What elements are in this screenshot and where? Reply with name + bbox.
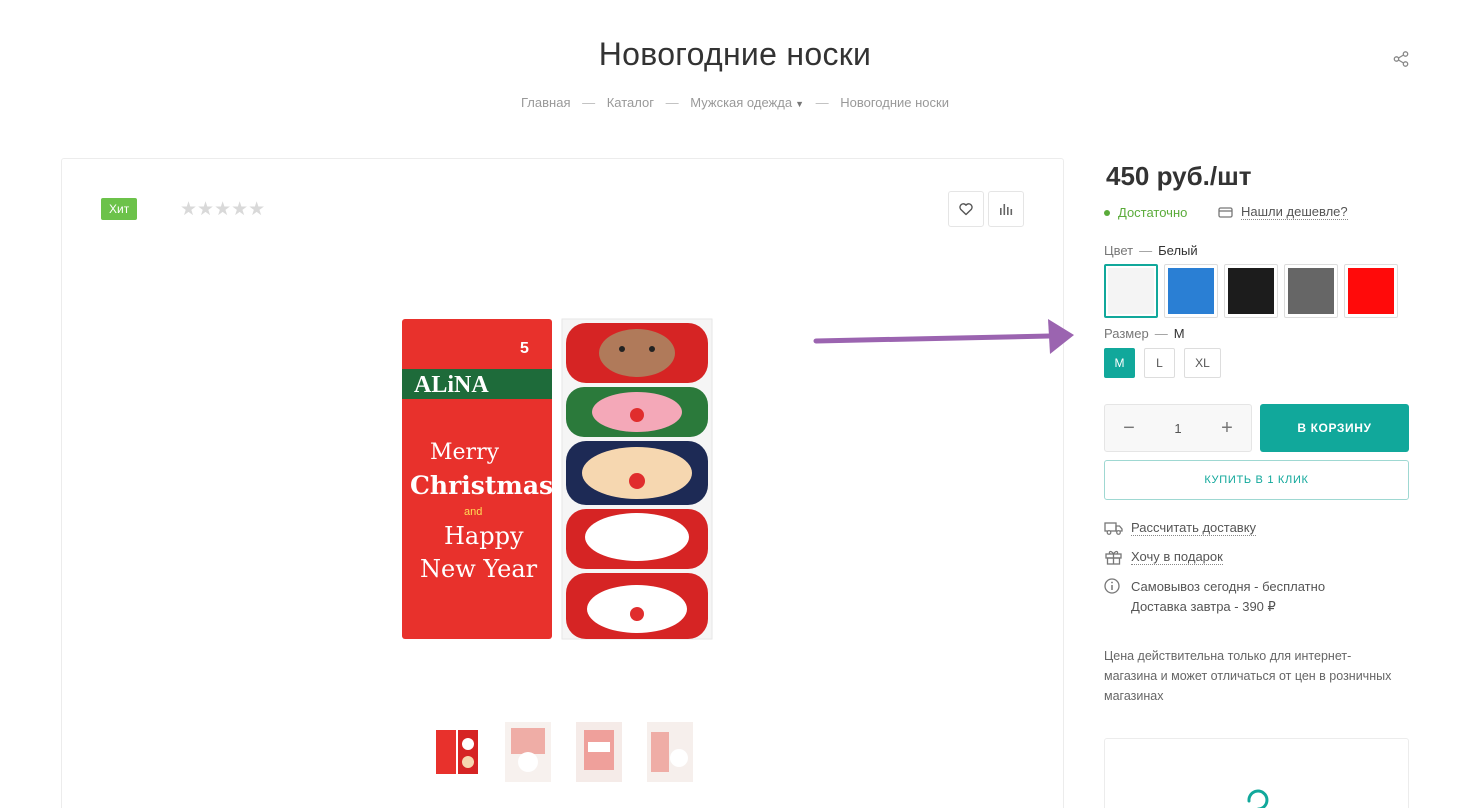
- breadcrumb-catalog[interactable]: Каталог: [607, 95, 654, 110]
- found-cheaper-link[interactable]: Нашли дешевле?: [1218, 204, 1348, 220]
- size-option-xl[interactable]: XL: [1184, 348, 1221, 378]
- thumbnail-2[interactable]: [505, 722, 551, 782]
- qty-increase-button[interactable]: +: [1217, 417, 1237, 440]
- color-swatch-white[interactable]: [1104, 264, 1158, 318]
- info-icon: [1104, 578, 1120, 594]
- box-merry-text: Merry: [430, 440, 500, 465]
- truck-icon: [1104, 522, 1123, 535]
- help-hanger-icon: [1247, 789, 1269, 808]
- breadcrumb-separator: —: [665, 95, 679, 110]
- help-box: [1104, 738, 1409, 808]
- caret-down-icon: ▼: [795, 99, 804, 109]
- quantity-input[interactable]: [1158, 420, 1198, 436]
- box-brand-text: ALiNA: [414, 372, 489, 398]
- color-swatch-red[interactable]: [1344, 264, 1398, 318]
- breadcrumb-separator: —: [582, 95, 596, 110]
- gift-icon: [1105, 550, 1122, 565]
- buy-one-click-button[interactable]: КУПИТЬ В 1 КЛИК: [1104, 460, 1409, 500]
- thumbnail-3[interactable]: [576, 722, 622, 782]
- share-icon[interactable]: [1392, 50, 1412, 70]
- quantity-stepper: − +: [1104, 404, 1252, 452]
- thumbnail-4[interactable]: [647, 722, 693, 782]
- breadcrumb-home[interactable]: Главная: [521, 95, 570, 110]
- annotation-arrow: [813, 319, 1074, 354]
- stock-label: Достаточно: [1118, 205, 1188, 220]
- product-price: 450 руб./шт: [1106, 161, 1252, 191]
- color-label: Цвет: [1104, 243, 1134, 258]
- hit-badge: Хит: [101, 198, 138, 220]
- pickup-text: Самовывоз сегодня - бесплатно: [1131, 579, 1326, 594]
- size-value: M: [1173, 326, 1185, 341]
- breadcrumb-separator: —: [815, 95, 829, 110]
- heart-icon: [959, 203, 973, 216]
- gift-link[interactable]: Хочу в подарок: [1131, 549, 1223, 565]
- box-happy-text: Happy: [444, 522, 524, 550]
- property-dash: —: [1154, 326, 1168, 341]
- size-option-m[interactable]: M: [1104, 348, 1135, 378]
- color-property-label: Цвет — Белый: [1104, 243, 1198, 258]
- delivery-calc-link[interactable]: Рассчитать доставку: [1131, 520, 1257, 536]
- rating-stars[interactable]: ★★★★★: [180, 198, 265, 221]
- qty-decrease-button[interactable]: −: [1119, 417, 1139, 440]
- thumbnail-strip: [434, 722, 693, 782]
- page-title: Новогодние носки: [598, 36, 872, 72]
- size-property-label: Размер — M: [1104, 326, 1185, 341]
- color-value: Белый: [1158, 243, 1198, 258]
- property-dash: —: [1139, 243, 1153, 258]
- bar-chart-icon: [1000, 204, 1013, 215]
- size-label: Размер: [1104, 326, 1149, 341]
- box-christmas-text: Christmas: [410, 471, 553, 500]
- stock-dot-icon: [1104, 209, 1110, 216]
- favorite-button[interactable]: [948, 191, 984, 227]
- breadcrumb-mens-clothing-label: Мужская одежда: [690, 95, 793, 110]
- size-options: M L XL: [1104, 348, 1221, 378]
- add-to-cart-button[interactable]: В КОРЗИНУ: [1260, 404, 1409, 452]
- color-swatch-black[interactable]: [1224, 264, 1278, 318]
- found-cheaper-label: Нашли дешевле?: [1241, 204, 1348, 220]
- delivery-calc-row: Рассчитать доставку: [1104, 520, 1257, 536]
- product-main-image[interactable]: ALiNA 5 Merry Christmas and Happy New Ye…: [392, 309, 732, 649]
- stock-status: Достаточно: [1104, 205, 1187, 220]
- box-pack-text: 5: [520, 340, 529, 357]
- breadcrumb: Главная — Каталог — Мужская одежда ▼ — Но…: [0, 95, 1470, 110]
- pickup-delivery-row: Самовывоз сегодня - бесплатно Доставка з…: [1104, 577, 1325, 617]
- wallet-icon: [1218, 206, 1233, 218]
- color-swatches: [1104, 264, 1398, 318]
- color-swatch-gray[interactable]: [1284, 264, 1338, 318]
- box-new-year-text: New Year: [420, 555, 538, 583]
- breadcrumb-current: Новогодние носки: [840, 95, 949, 110]
- product-gallery: Хит ★★★★★ ALiNA 5 Merry Christmas and Ha…: [61, 158, 1064, 808]
- delivery-text: Доставка завтра - 390 ₽: [1131, 599, 1276, 614]
- box-and-text: and: [464, 506, 482, 518]
- breadcrumb-mens-clothing[interactable]: Мужская одежда ▼: [690, 95, 804, 110]
- gift-row: Хочу в подарок: [1104, 549, 1223, 565]
- thumbnail-1[interactable]: [434, 722, 480, 782]
- size-option-l[interactable]: L: [1144, 348, 1175, 378]
- color-swatch-blue[interactable]: [1164, 264, 1218, 318]
- price-note: Цена действительна только для интернет-м…: [1104, 649, 1392, 703]
- compare-button[interactable]: [988, 191, 1024, 227]
